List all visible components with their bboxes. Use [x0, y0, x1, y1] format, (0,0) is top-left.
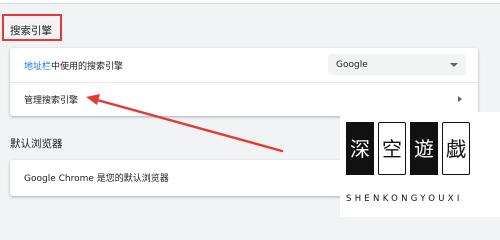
watermark-logo: 深 空 遊 戯 SHENKONGYOUXI	[340, 112, 500, 217]
watermark-char-1: 深	[346, 122, 374, 175]
chevron-right-icon	[458, 96, 462, 102]
chevron-down-icon	[450, 62, 458, 67]
address-bar-engine-label: 地址栏中使用的搜索引擎	[10, 59, 123, 72]
watermark-char-4: 戯	[442, 122, 470, 175]
address-bar-link[interactable]: 地址栏	[24, 62, 51, 72]
search-engine-select[interactable]: Google	[328, 54, 466, 75]
default-browser-section-title: 默认浏览器	[10, 138, 63, 150]
manage-search-engines-row[interactable]: 管理搜索引擎	[10, 82, 478, 116]
manage-search-engines-label: 管理搜索引擎	[24, 96, 79, 106]
search-engine-title-highlight	[2, 14, 62, 41]
default-browser-status: Google Chrome 是您的默认浏览器	[24, 173, 169, 184]
address-bar-engine-label-text: 中使用的搜索引擎	[51, 61, 124, 72]
previous-settings-card	[0, 0, 500, 4]
watermark-pinyin: SHENKONGYOUXI	[346, 194, 463, 204]
search-engine-card: 地址栏中使用的搜索引擎 Google 管理搜索引擎	[10, 48, 478, 116]
watermark-characters: 深 空 遊 戯	[346, 122, 470, 175]
address-bar-search-engine-row: 地址栏中使用的搜索引擎 Google	[10, 48, 478, 82]
watermark-char-2: 空	[378, 122, 406, 175]
watermark-char-3: 遊	[410, 122, 438, 175]
search-engine-selected-value: Google	[336, 59, 368, 70]
